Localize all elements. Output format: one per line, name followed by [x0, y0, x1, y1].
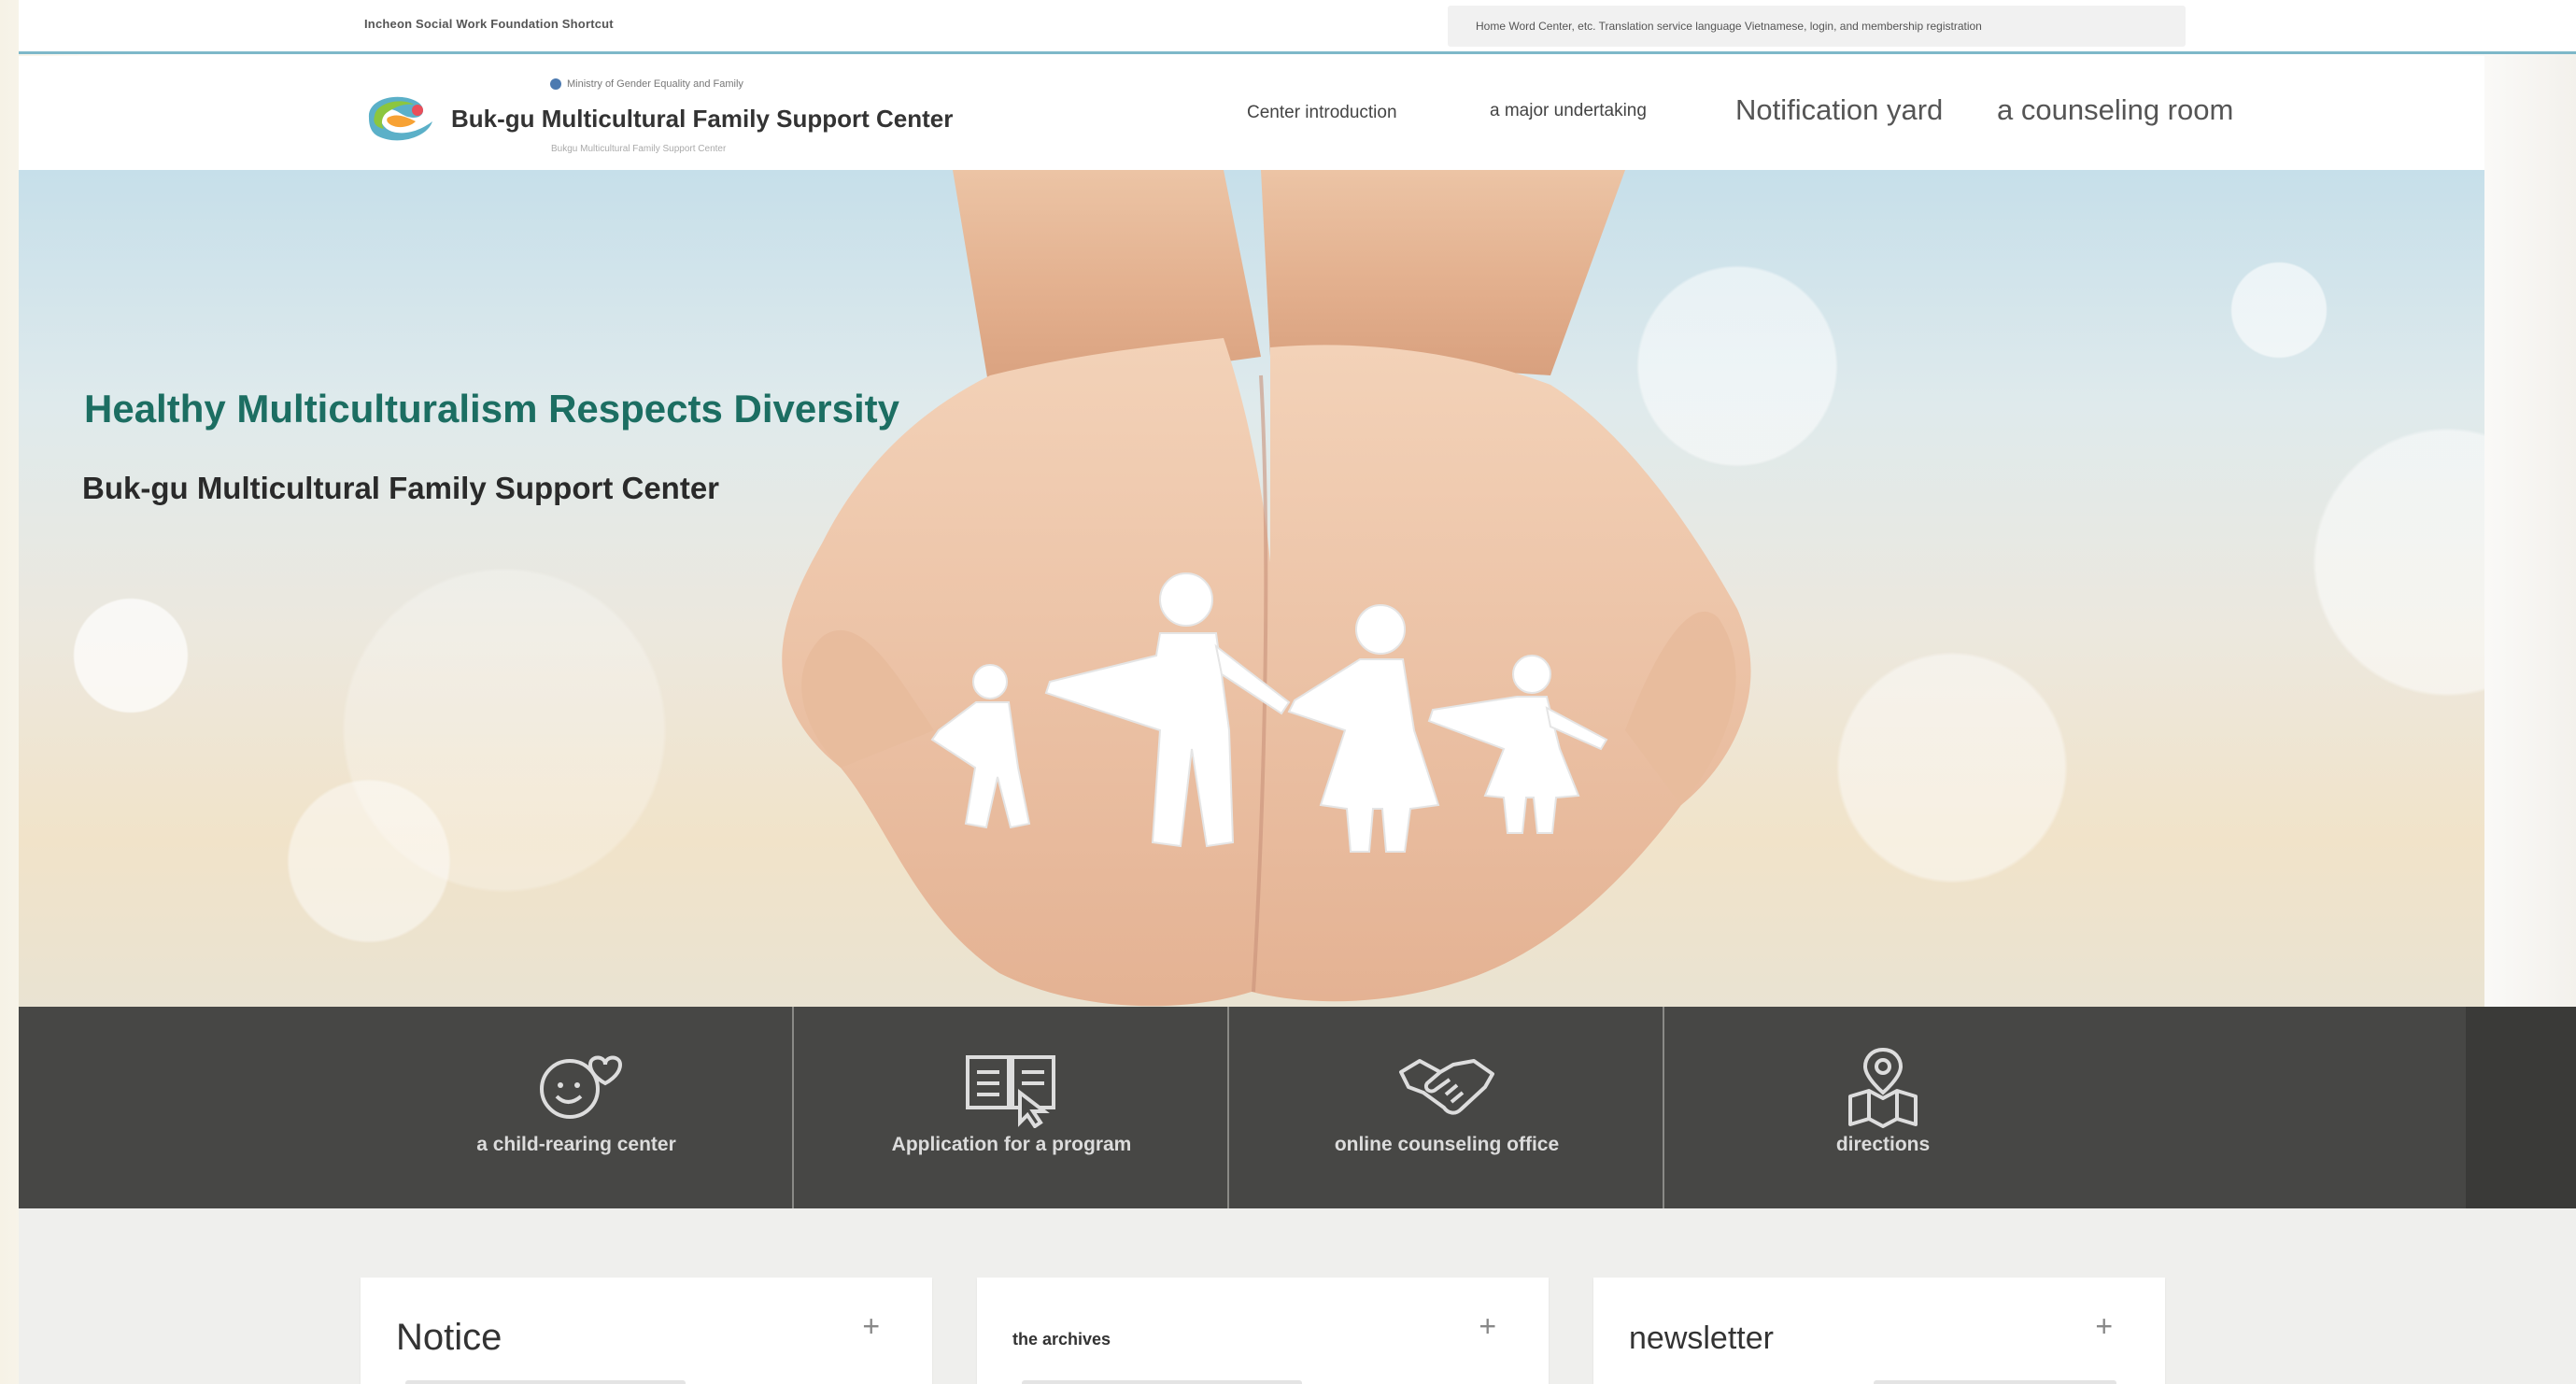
utility-bar: Incheon Social Work Foundation Shortcut …	[19, 0, 2576, 54]
archives-item-placeholder[interactable]	[1022, 1380, 1302, 1384]
notice-more-button[interactable]: +	[862, 1309, 880, 1344]
archives-title: the archives	[1012, 1330, 1111, 1349]
quick-label: a child-rearing center	[476, 1134, 676, 1155]
page: Incheon Social Work Foundation Shortcut …	[0, 0, 2576, 1384]
utility-links[interactable]: Home Word Center, etc. Translation servi…	[1448, 6, 2186, 47]
hero-title: Healthy Multiculturalism Respects Divers…	[84, 387, 899, 431]
foundation-shortcut-link[interactable]: Incheon Social Work Foundation Shortcut	[364, 17, 614, 31]
notice-item-placeholder[interactable]	[405, 1380, 686, 1384]
site-header: Ministry of Gender Equality and Family B…	[19, 56, 2484, 170]
archives-card: the archives +	[977, 1278, 1549, 1384]
main-nav: Center introduction a major undertaking …	[19, 56, 2484, 170]
quick-menu-edge	[2466, 1007, 2576, 1208]
hands-holding-family-illustration	[782, 170, 1751, 1007]
hero-subtitle: Buk-gu Multicultural Family Support Cent…	[82, 471, 720, 505]
content-area: Notice + the archives + newsletter +	[19, 1208, 2576, 1384]
newsletter-item-placeholder[interactable]	[1874, 1380, 2116, 1384]
nav-notification-yard[interactable]: Notification yard	[1735, 93, 1943, 127]
quick-child-rearing-center[interactable]: a child-rearing center	[361, 1007, 794, 1208]
notice-card: Notice +	[361, 1278, 932, 1384]
nav-major-undertaking[interactable]: a major undertaking	[1490, 101, 1647, 121]
nav-counseling-room[interactable]: a counseling room	[1997, 93, 2233, 127]
quick-label: online counseling office	[1334, 1134, 1560, 1155]
newsletter-title: newsletter	[1629, 1320, 1774, 1356]
book-pointer-icon	[966, 1055, 1055, 1128]
nav-center-introduction[interactable]: Center introduction	[1247, 103, 1397, 123]
newsletter-more-button[interactable]: +	[2095, 1309, 2113, 1344]
quick-label: Application for a program	[891, 1134, 1132, 1155]
newsletter-card: newsletter +	[1593, 1278, 2165, 1384]
notice-title: Notice	[396, 1317, 502, 1358]
quick-online-counseling[interactable]: online counseling office	[1231, 1007, 1664, 1208]
archives-more-button[interactable]: +	[1479, 1309, 1496, 1344]
quick-directions[interactable]: directions	[1666, 1007, 2100, 1208]
quick-label: directions	[1835, 1134, 1931, 1155]
map-pin-icon	[1848, 1047, 1918, 1128]
quick-program-application[interactable]: Application for a program	[796, 1007, 1229, 1208]
hero-banner: Healthy Multiculturalism Respects Divers…	[19, 170, 2484, 1009]
smile-heart-icon	[540, 1055, 623, 1119]
handshake-icon	[1399, 1059, 1494, 1115]
quick-menu: a child-rearing center Application for a…	[19, 1007, 2576, 1208]
